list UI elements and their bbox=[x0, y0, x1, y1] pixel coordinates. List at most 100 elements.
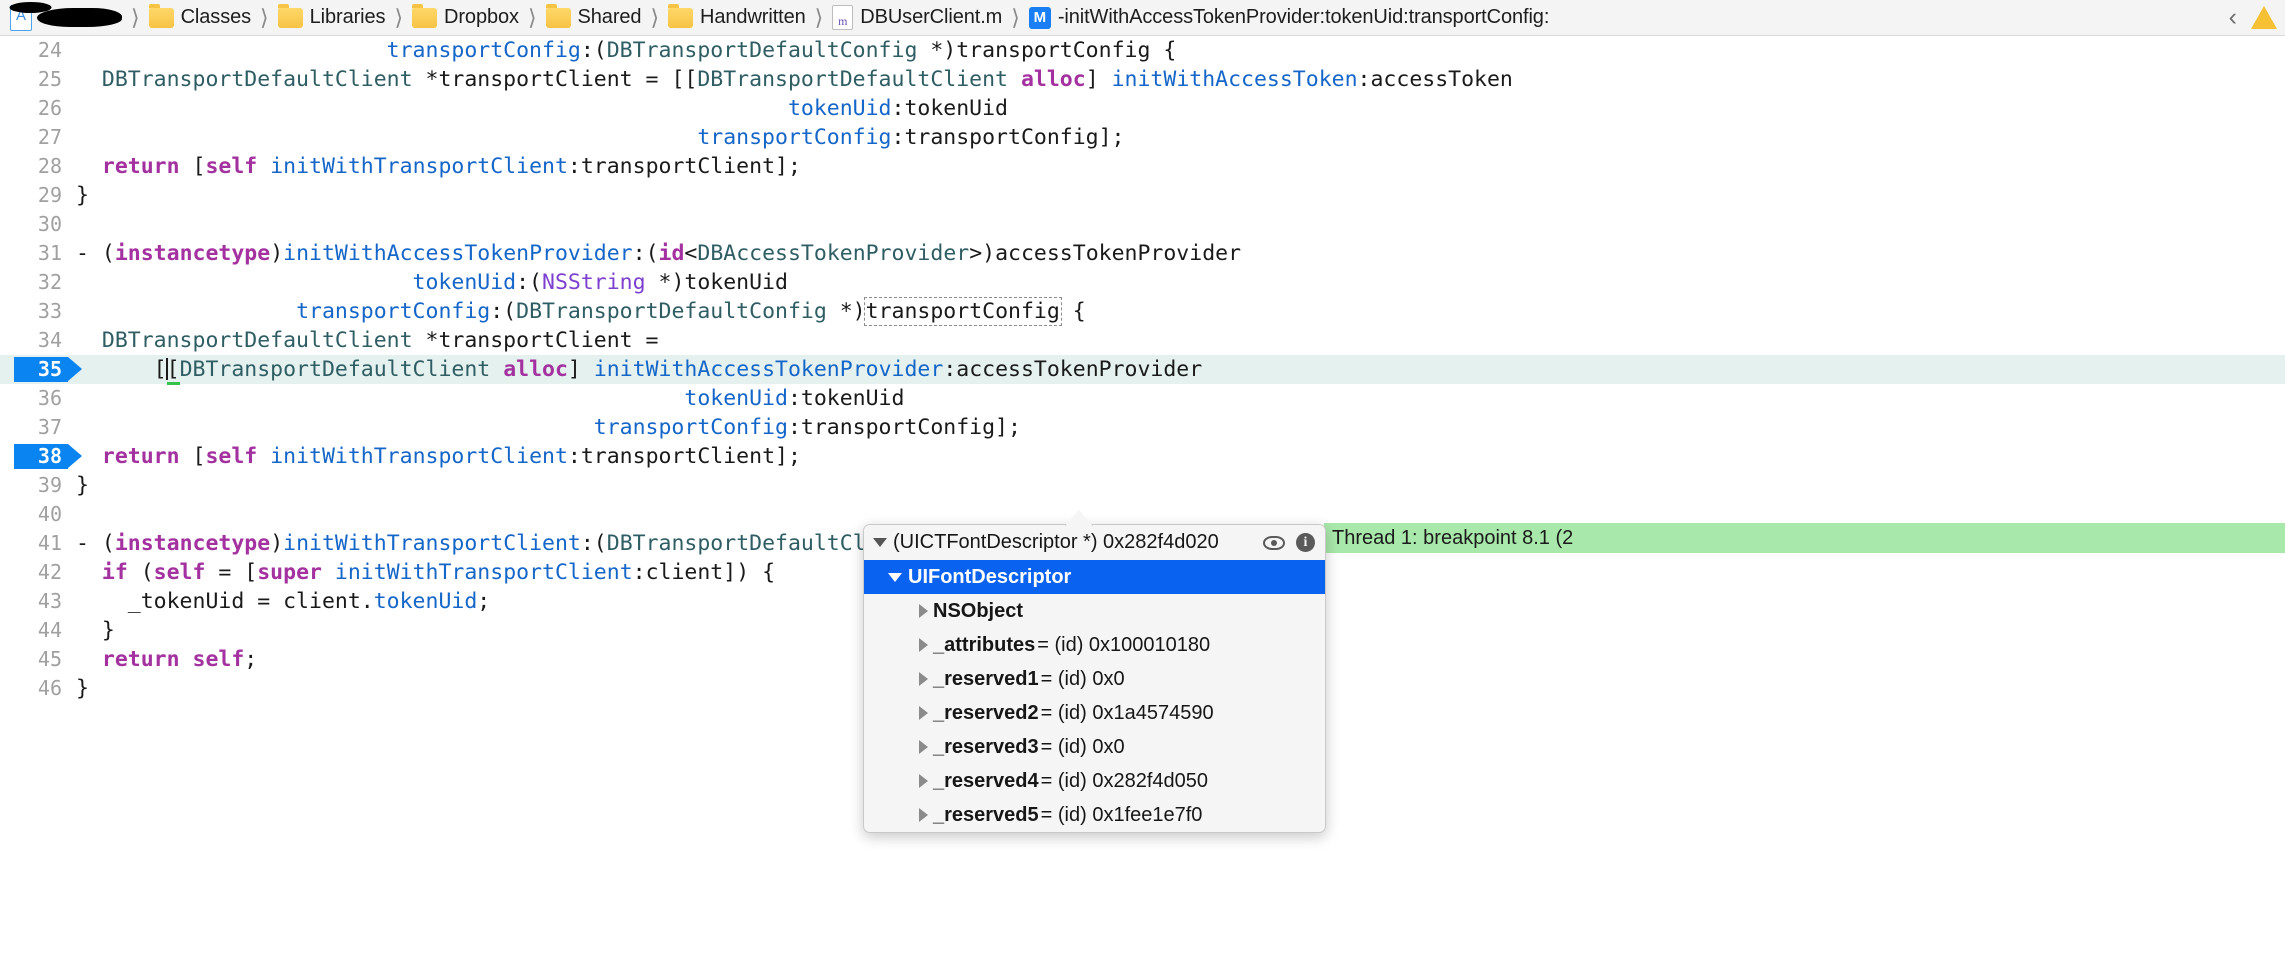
eye-icon[interactable] bbox=[1263, 536, 1285, 550]
popover-row[interactable]: _reserved3 = (id) 0x0 bbox=[864, 730, 1325, 764]
popover-header[interactable]: (UICTFontDescriptor *) 0x282f4d020 i bbox=[864, 525, 1325, 560]
breadcrumb-label: Shared bbox=[578, 6, 642, 29]
code-token: = [ bbox=[205, 560, 257, 585]
code-token: :transportConfig]; bbox=[892, 125, 1125, 150]
line-number[interactable]: 31 bbox=[0, 239, 62, 268]
code-line[interactable]: 25 DBTransportDefaultClient *transportCl… bbox=[0, 65, 2285, 94]
line-number[interactable]: 26 bbox=[0, 94, 62, 123]
line-number[interactable]: 25 bbox=[0, 65, 62, 94]
code-text: } bbox=[76, 674, 89, 703]
code-token: self bbox=[205, 154, 257, 179]
code-line[interactable]: 26 tokenUid:tokenUid bbox=[0, 94, 2285, 123]
code-text: DBTransportDefaultClient *transportClien… bbox=[76, 65, 1513, 94]
code-line[interactable]: 30 bbox=[0, 210, 2285, 239]
line-number[interactable]: 24 bbox=[0, 36, 62, 65]
disclosure-triangle-closed-icon[interactable] bbox=[919, 706, 928, 720]
breadcrumb-separator: ⟩ bbox=[1011, 5, 1020, 31]
code-token: :accessTokenProvider bbox=[943, 357, 1202, 382]
popover-row[interactable]: UIFontDescriptor bbox=[864, 560, 1325, 594]
code-line[interactable]: 38 return [self initWithTransportClient:… bbox=[0, 442, 2285, 471]
popover-row-list[interactable]: UIFontDescriptorNSObject_attributes = (i… bbox=[864, 560, 1325, 832]
popover-row[interactable]: NSObject bbox=[864, 594, 1325, 628]
breadcrumb-shared[interactable]: Shared bbox=[546, 0, 642, 35]
line-number[interactable]: 33 bbox=[0, 297, 62, 326]
breadcrumb-label: DBUserClient.m bbox=[860, 6, 1002, 29]
code-line[interactable]: 35 [[DBTransportDefaultClient alloc] ini… bbox=[0, 355, 2285, 384]
code-token: >)accessTokenProvider bbox=[969, 241, 1241, 266]
breadcrumb-method[interactable]: M -initWithAccessTokenProvider:tokenUid:… bbox=[1029, 0, 1549, 35]
code-line[interactable]: 27 transportConfig:transportConfig]; bbox=[0, 123, 2285, 152]
source-editor[interactable]: 24 transportConfig:(DBTransportDefaultCo… bbox=[0, 36, 2285, 973]
chevron-left-icon[interactable]: ‹ bbox=[2229, 5, 2237, 30]
line-number[interactable]: 27 bbox=[0, 123, 62, 152]
code-token: _tokenUid = client. bbox=[76, 589, 374, 614]
code-token: :( bbox=[516, 270, 542, 295]
popover-row[interactable]: _reserved5 = (id) 0x1fee1e7f0 bbox=[864, 798, 1325, 832]
code-line[interactable]: 36 tokenUid:tokenUid bbox=[0, 384, 2285, 413]
line-number[interactable]: 43 bbox=[0, 587, 62, 616]
line-number[interactable]: 41 bbox=[0, 529, 62, 558]
breadcrumb-separator: ⟩ bbox=[528, 5, 537, 31]
code-token: :accessToken bbox=[1358, 67, 1513, 92]
line-number[interactable]: 42 bbox=[0, 558, 62, 587]
line-number[interactable]: 37 bbox=[0, 413, 62, 442]
line-number[interactable]: 28 bbox=[0, 152, 62, 181]
breadcrumb-label: Classes bbox=[181, 6, 251, 29]
code-line[interactable]: 31- (instancetype)initWithAccessTokenPro… bbox=[0, 239, 2285, 268]
disclosure-triangle-closed-icon[interactable] bbox=[919, 604, 928, 618]
disclosure-triangle-open-icon[interactable] bbox=[873, 538, 887, 547]
code-token: [ bbox=[76, 357, 167, 382]
code-token: *) bbox=[827, 299, 866, 324]
line-number[interactable]: 30 bbox=[0, 210, 62, 239]
line-number[interactable]: 38 bbox=[0, 442, 62, 471]
code-line[interactable]: 32 tokenUid:(NSString *)tokenUid bbox=[0, 268, 2285, 297]
code-line[interactable]: 29} bbox=[0, 181, 2285, 210]
variable-inspector-popover[interactable]: (UICTFontDescriptor *) 0x282f4d020 i UIF… bbox=[863, 524, 1326, 833]
disclosure-triangle-closed-icon[interactable] bbox=[919, 774, 928, 788]
code-line[interactable]: 37 transportConfig:transportConfig]; bbox=[0, 413, 2285, 442]
code-line[interactable]: 34 DBTransportDefaultClient *transportCl… bbox=[0, 326, 2285, 355]
code-line[interactable]: 28 return [self initWithTransportClient:… bbox=[0, 152, 2285, 181]
disclosure-triangle-closed-icon[interactable] bbox=[919, 672, 928, 686]
breadcrumb-dropbox[interactable]: Dropbox bbox=[412, 0, 519, 35]
popover-row[interactable]: _attributes = (id) 0x100010180 bbox=[864, 628, 1325, 662]
line-number[interactable]: 45 bbox=[0, 645, 62, 674]
line-number[interactable]: 32 bbox=[0, 268, 62, 297]
code-text: tokenUid:tokenUid bbox=[76, 94, 1008, 123]
popover-row[interactable]: _reserved2 = (id) 0x1a4574590 bbox=[864, 696, 1325, 730]
code-line[interactable]: 33 transportConfig:(DBTransportDefaultCo… bbox=[0, 297, 2285, 326]
warning-triangle-icon[interactable] bbox=[2251, 6, 2277, 29]
line-number[interactable]: 39 bbox=[0, 471, 62, 500]
info-icon[interactable]: i bbox=[1296, 533, 1315, 552]
breadcrumb-project[interactable] bbox=[10, 0, 122, 35]
line-number[interactable]: 35 bbox=[0, 355, 62, 384]
breadcrumb-separator: ⟩ bbox=[260, 5, 269, 31]
breadcrumb-libraries[interactable]: Libraries bbox=[278, 0, 386, 35]
code-token: return bbox=[102, 154, 180, 179]
line-number[interactable]: 44 bbox=[0, 616, 62, 645]
code-text: DBTransportDefaultClient *transportClien… bbox=[76, 326, 659, 355]
breadcrumb-handwritten[interactable]: Handwritten bbox=[668, 0, 806, 35]
code-token: if bbox=[102, 560, 128, 585]
redacted-project-name bbox=[37, 8, 123, 27]
popover-row[interactable]: _reserved4 = (id) 0x282f4d050 bbox=[864, 764, 1325, 798]
code-line[interactable]: 24 transportConfig:(DBTransportDefaultCo… bbox=[0, 36, 2285, 65]
line-number[interactable]: 36 bbox=[0, 384, 62, 413]
breadcrumb-file[interactable]: DBUserClient.m bbox=[832, 0, 1002, 35]
breadcrumb-classes[interactable]: Classes bbox=[149, 0, 251, 35]
code-text: } bbox=[76, 471, 89, 500]
line-number[interactable]: 40 bbox=[0, 500, 62, 529]
disclosure-triangle-closed-icon[interactable] bbox=[919, 740, 928, 754]
line-number[interactable]: 46 bbox=[0, 674, 62, 703]
code-token bbox=[76, 270, 413, 295]
line-number[interactable]: 34 bbox=[0, 326, 62, 355]
code-token: tokenUid bbox=[413, 270, 517, 295]
code-token bbox=[322, 560, 335, 585]
code-line[interactable]: 39} bbox=[0, 471, 2285, 500]
disclosure-triangle-open-icon[interactable] bbox=[888, 573, 902, 582]
disclosure-triangle-closed-icon[interactable] bbox=[919, 638, 928, 652]
popover-row[interactable]: _reserved1 = (id) 0x0 bbox=[864, 662, 1325, 696]
line-number[interactable]: 29 bbox=[0, 181, 62, 210]
disclosure-triangle-closed-icon[interactable] bbox=[919, 808, 928, 822]
code-token: < bbox=[684, 241, 697, 266]
